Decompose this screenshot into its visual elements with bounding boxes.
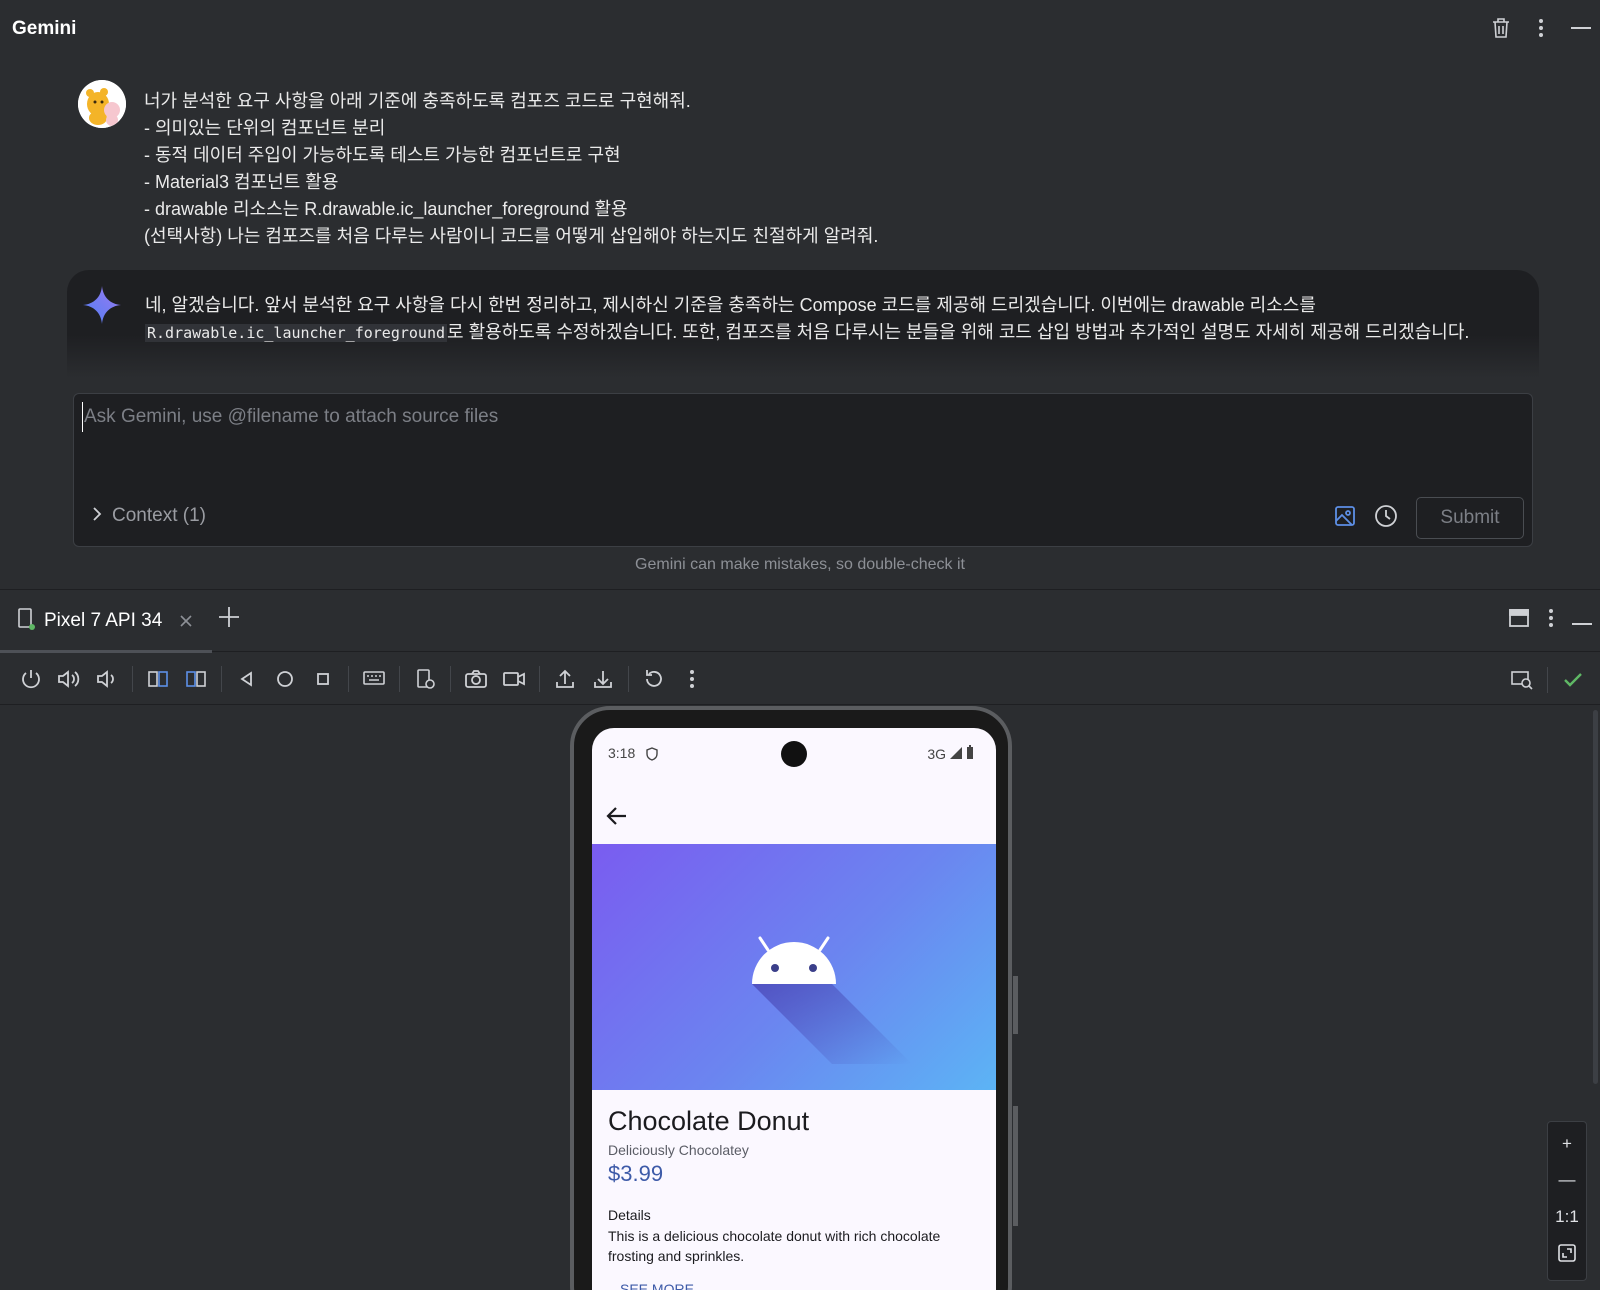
signal-icon: [950, 746, 962, 762]
toolbar-divider: [1547, 667, 1548, 693]
history-icon[interactable]: [1374, 504, 1398, 532]
user-line: - drawable 리소스는 R.drawable.ic_launcher_f…: [144, 199, 628, 219]
phone-device-icon: [16, 607, 36, 635]
minimize-icon[interactable]: [1572, 611, 1592, 630]
device-tabbar: Pixel 7 API 34: [0, 590, 1600, 653]
rotate-right-icon[interactable]: [177, 660, 215, 698]
product-title: Chocolate Donut: [608, 1106, 810, 1136]
zoom-controls: + — 1:1: [1547, 1121, 1587, 1281]
screen-record-icon[interactable]: [495, 660, 533, 698]
reply-part: 로 활용하도록 수정하겠습니다. 또한, 컴포즈를 처음 다루시는 분들을 위해…: [447, 322, 1470, 342]
phone-side-button: [1013, 1106, 1018, 1226]
minimize-icon[interactable]: [1570, 16, 1592, 40]
device-screen[interactable]: 3:18 3G Chocolate Donut Deliciously Choc…: [592, 728, 996, 1290]
avatar: [78, 80, 126, 128]
user-line: 너가 분석한 요구 사항을 아래 기준에 충족하도록 컴포즈 코드로 구현해줘.: [144, 91, 691, 111]
trash-icon[interactable]: [1490, 16, 1512, 40]
tab-device[interactable]: Pixel 7 API 34: [0, 590, 212, 653]
context-toggle[interactable]: Context (1): [92, 505, 206, 527]
toolbar-right-actions: [1503, 661, 1592, 699]
details-text: This is a delicious chocolate donut with…: [608, 1228, 941, 1264]
status-time: 3:18: [608, 745, 636, 761]
toolbar-divider: [539, 665, 540, 692]
user-line: - 동적 데이터 주입이 가능하도록 테스트 가능한 컴포넌트로 구현: [144, 145, 621, 165]
toolbar-divider: [399, 665, 400, 692]
user-line: - 의미있는 단위의 컴포넌트 분리: [144, 118, 386, 138]
phone-frame: 3:18 3G Chocolate Donut Deliciously Choc…: [570, 706, 1012, 1290]
toolbar-divider: [450, 665, 451, 692]
add-tab-icon[interactable]: [218, 606, 240, 633]
details-heading: Details: [608, 1207, 651, 1223]
zoom-out-button[interactable]: —: [1559, 1170, 1576, 1190]
volume-down-icon[interactable]: [88, 660, 126, 698]
phone-side-button: [1013, 976, 1018, 1034]
submit-button[interactable]: Submit: [1416, 497, 1524, 539]
gemini-header-actions: [1490, 16, 1592, 40]
home-icon[interactable]: [266, 660, 304, 698]
panel-title: Gemini: [12, 18, 77, 39]
device-search-icon[interactable]: [1503, 661, 1541, 699]
toolbar-divider: [348, 665, 349, 692]
zoom-in-button[interactable]: +: [1562, 1134, 1572, 1154]
reply-part: 네, 알겠습니다. 앞서 분석한 요구 사항을 다시 한번 정리하고, 제시하신…: [145, 295, 1316, 315]
toolbar-divider: [132, 665, 133, 692]
prompt-input[interactable]: [82, 402, 1382, 432]
product-image: [592, 844, 996, 1090]
gemini-reply: 네, 알겠습니다. 앞서 분석한 요구 사항을 다시 한번 정리하고, 제시하신…: [67, 270, 1539, 378]
actual-size-button[interactable]: 1:1: [1555, 1207, 1579, 1227]
shield-icon: [646, 746, 658, 765]
overview-icon[interactable]: [304, 660, 342, 698]
prompt-box: Context (1) Submit: [73, 393, 1533, 547]
user-line: - Material3 컴포넌트 활용: [144, 172, 339, 192]
more-vertical-icon[interactable]: [1530, 16, 1552, 40]
reset-icon[interactable]: [635, 660, 673, 698]
rotate-left-icon[interactable]: [139, 660, 177, 698]
fit-screen-icon[interactable]: [1557, 1243, 1577, 1268]
device-toolbar: [0, 653, 1600, 705]
device-canvas: 3:18 3G Chocolate Donut Deliciously Choc…: [0, 706, 1600, 1290]
toolbar-divider: [628, 665, 629, 692]
user-message-text: 너가 분석한 요구 사항을 아래 기준에 충족하도록 컴포즈 코드로 구현해줘.…: [144, 88, 878, 250]
reply-text: 네, 알겠습니다. 앞서 분석한 요구 사항을 다시 한번 정리하고, 제시하신…: [145, 292, 1525, 347]
upload-icon[interactable]: [546, 660, 584, 698]
window-layout-icon[interactable]: [1508, 608, 1530, 632]
keyboard-icon[interactable]: [355, 660, 393, 698]
product-price: $3.99: [608, 1161, 664, 1186]
network-type: 3G: [927, 745, 946, 762]
user-line: (선택사항) 나는 컴포즈를 처음 다루는 사람이니 코드를 어떻게 삽입해야 …: [144, 226, 879, 246]
running-devices-panel: Pixel 7 API 34 3:18 3G Chocolate Donut D…: [0, 589, 1600, 1290]
power-icon[interactable]: [12, 660, 50, 698]
product-subtitle: Deliciously Chocolatey: [608, 1142, 749, 1158]
back-icon[interactable]: [228, 660, 266, 698]
battery-icon: [966, 745, 974, 762]
chevron-right-icon: [92, 506, 102, 526]
status-bar: 3:18 3G: [592, 728, 996, 780]
prompt-actions: Submit: [1334, 497, 1524, 539]
tabbar-actions: [1508, 608, 1592, 632]
status-indicators: 3G: [927, 745, 974, 762]
device-settings-icon[interactable]: [406, 660, 444, 698]
gemini-sparkle-icon: [83, 286, 121, 324]
more-vertical-icon[interactable]: [673, 660, 711, 698]
canvas-scrollbar[interactable]: [1593, 710, 1598, 1084]
back-arrow-icon[interactable]: [606, 806, 634, 830]
close-icon[interactable]: [180, 611, 192, 632]
screenshot-icon[interactable]: [457, 660, 495, 698]
inline-code: R.drawable.ic_launcher_foreground: [145, 324, 448, 342]
more-vertical-icon[interactable]: [1548, 608, 1554, 632]
volume-up-icon[interactable]: [50, 660, 88, 698]
camera-cutout: [781, 741, 807, 767]
toolbar-divider: [221, 665, 222, 692]
gemini-panel: Gemini 너가 분석한 요구 사항을 아래 기준에 충족하도록 컴포즈 코드…: [0, 0, 1600, 588]
context-label: Context (1): [112, 505, 206, 526]
download-icon[interactable]: [584, 660, 622, 698]
disclaimer: Gemini can make mistakes, so double-chec…: [635, 556, 965, 573]
image-attach-icon[interactable]: [1334, 505, 1356, 531]
check-icon: [1554, 661, 1592, 699]
tab-label: Pixel 7 API 34: [44, 610, 163, 631]
